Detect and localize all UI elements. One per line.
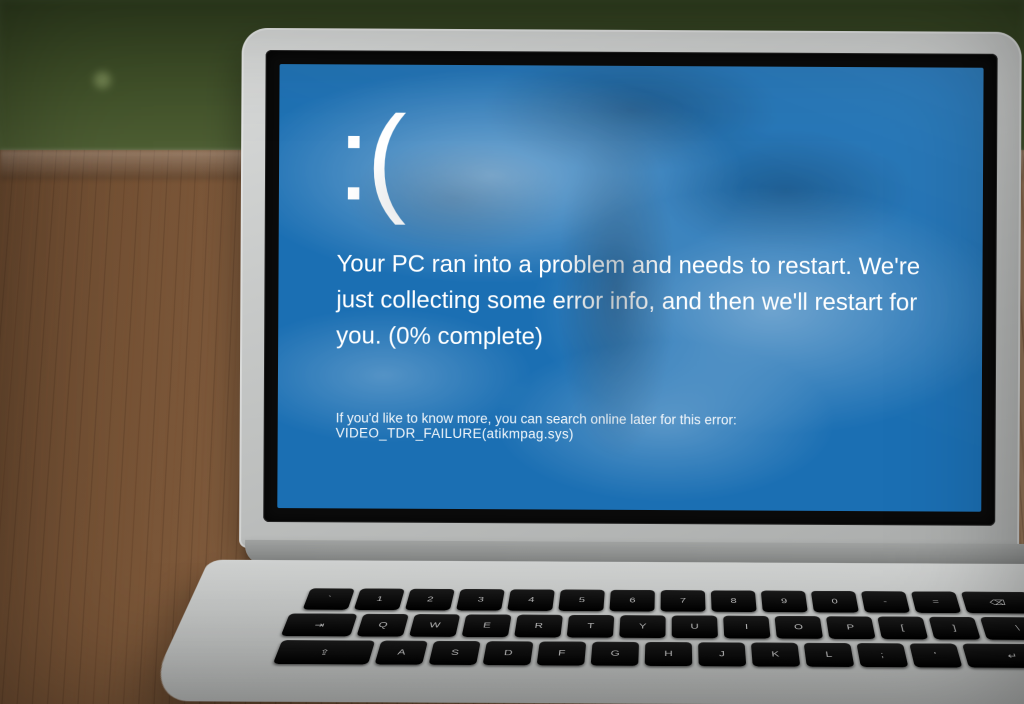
key-: =: [911, 591, 961, 613]
keyboard-row-1: `1234567890-=⌫: [290, 588, 1024, 613]
key-0: 0: [811, 591, 859, 613]
key-h: H: [645, 642, 693, 666]
keyboard: `1234567890-=⌫ ⇥QWERTYUIOP[]\ ⇪ASDFGHJKL…: [261, 588, 1024, 687]
key-k: K: [751, 643, 800, 667]
laptop: :( Your PC ran into a problem and needs …: [238, 28, 1024, 704]
screen: :( Your PC ran into a problem and needs …: [277, 64, 983, 512]
key-: ⌫: [961, 592, 1024, 614]
key-2: 2: [405, 589, 455, 611]
key-y: Y: [619, 615, 665, 638]
key-j: J: [698, 642, 746, 666]
bsod-error-code: VIDEO_TDR_FAILURE(atikmpag.sys): [336, 425, 574, 441]
key-: ⇥: [281, 613, 358, 636]
key-w: W: [409, 614, 460, 637]
key-: [: [877, 616, 928, 639]
photo-scene: :( Your PC ran into a problem and needs …: [0, 0, 1024, 704]
key-t: T: [567, 615, 615, 638]
key-d: D: [483, 641, 534, 665]
sad-face-emoticon: :(: [337, 98, 936, 221]
key-5: 5: [558, 590, 605, 612]
key-a: A: [374, 641, 427, 665]
key-o: O: [774, 616, 823, 639]
bsod-error-hint: If you'd like to know more, you can sear…: [336, 410, 934, 443]
key-: -: [861, 591, 910, 613]
laptop-lid: :( Your PC ran into a problem and needs …: [239, 28, 1022, 552]
bsod-message: Your PC ran into a problem and needs to …: [336, 246, 935, 357]
key-u: U: [672, 615, 718, 638]
key-: `: [303, 588, 355, 610]
key-q: Q: [356, 614, 408, 637]
key-e: E: [462, 614, 512, 637]
key-: ↵: [962, 644, 1024, 668]
key-l: L: [804, 643, 855, 667]
bsod-screen: :( Your PC ran into a problem and needs …: [277, 64, 983, 512]
key-: ;: [856, 643, 908, 667]
key-f: F: [537, 641, 587, 665]
key-r: R: [514, 615, 563, 638]
key-g: G: [591, 642, 639, 666]
key-3: 3: [456, 589, 505, 611]
key-7: 7: [661, 590, 706, 612]
key-i: I: [723, 616, 770, 639]
key-: ': [909, 643, 962, 667]
key-: ]: [929, 617, 981, 640]
key-4: 4: [507, 589, 555, 611]
key-s: S: [428, 641, 480, 665]
key-p: P: [826, 616, 876, 639]
key-: ⇪: [273, 640, 375, 664]
key-8: 8: [711, 590, 757, 612]
key-9: 9: [761, 591, 808, 613]
screen-bezel: :( Your PC ran into a problem and needs …: [263, 50, 997, 526]
key-1: 1: [354, 588, 405, 610]
key-6: 6: [609, 590, 654, 612]
keyboard-row-3: ⇪ASDFGHJKL;'↵: [269, 640, 1024, 668]
keyboard-row-2: ⇥QWERTYUIOP[]\: [280, 613, 1024, 640]
key-: \: [980, 617, 1024, 640]
